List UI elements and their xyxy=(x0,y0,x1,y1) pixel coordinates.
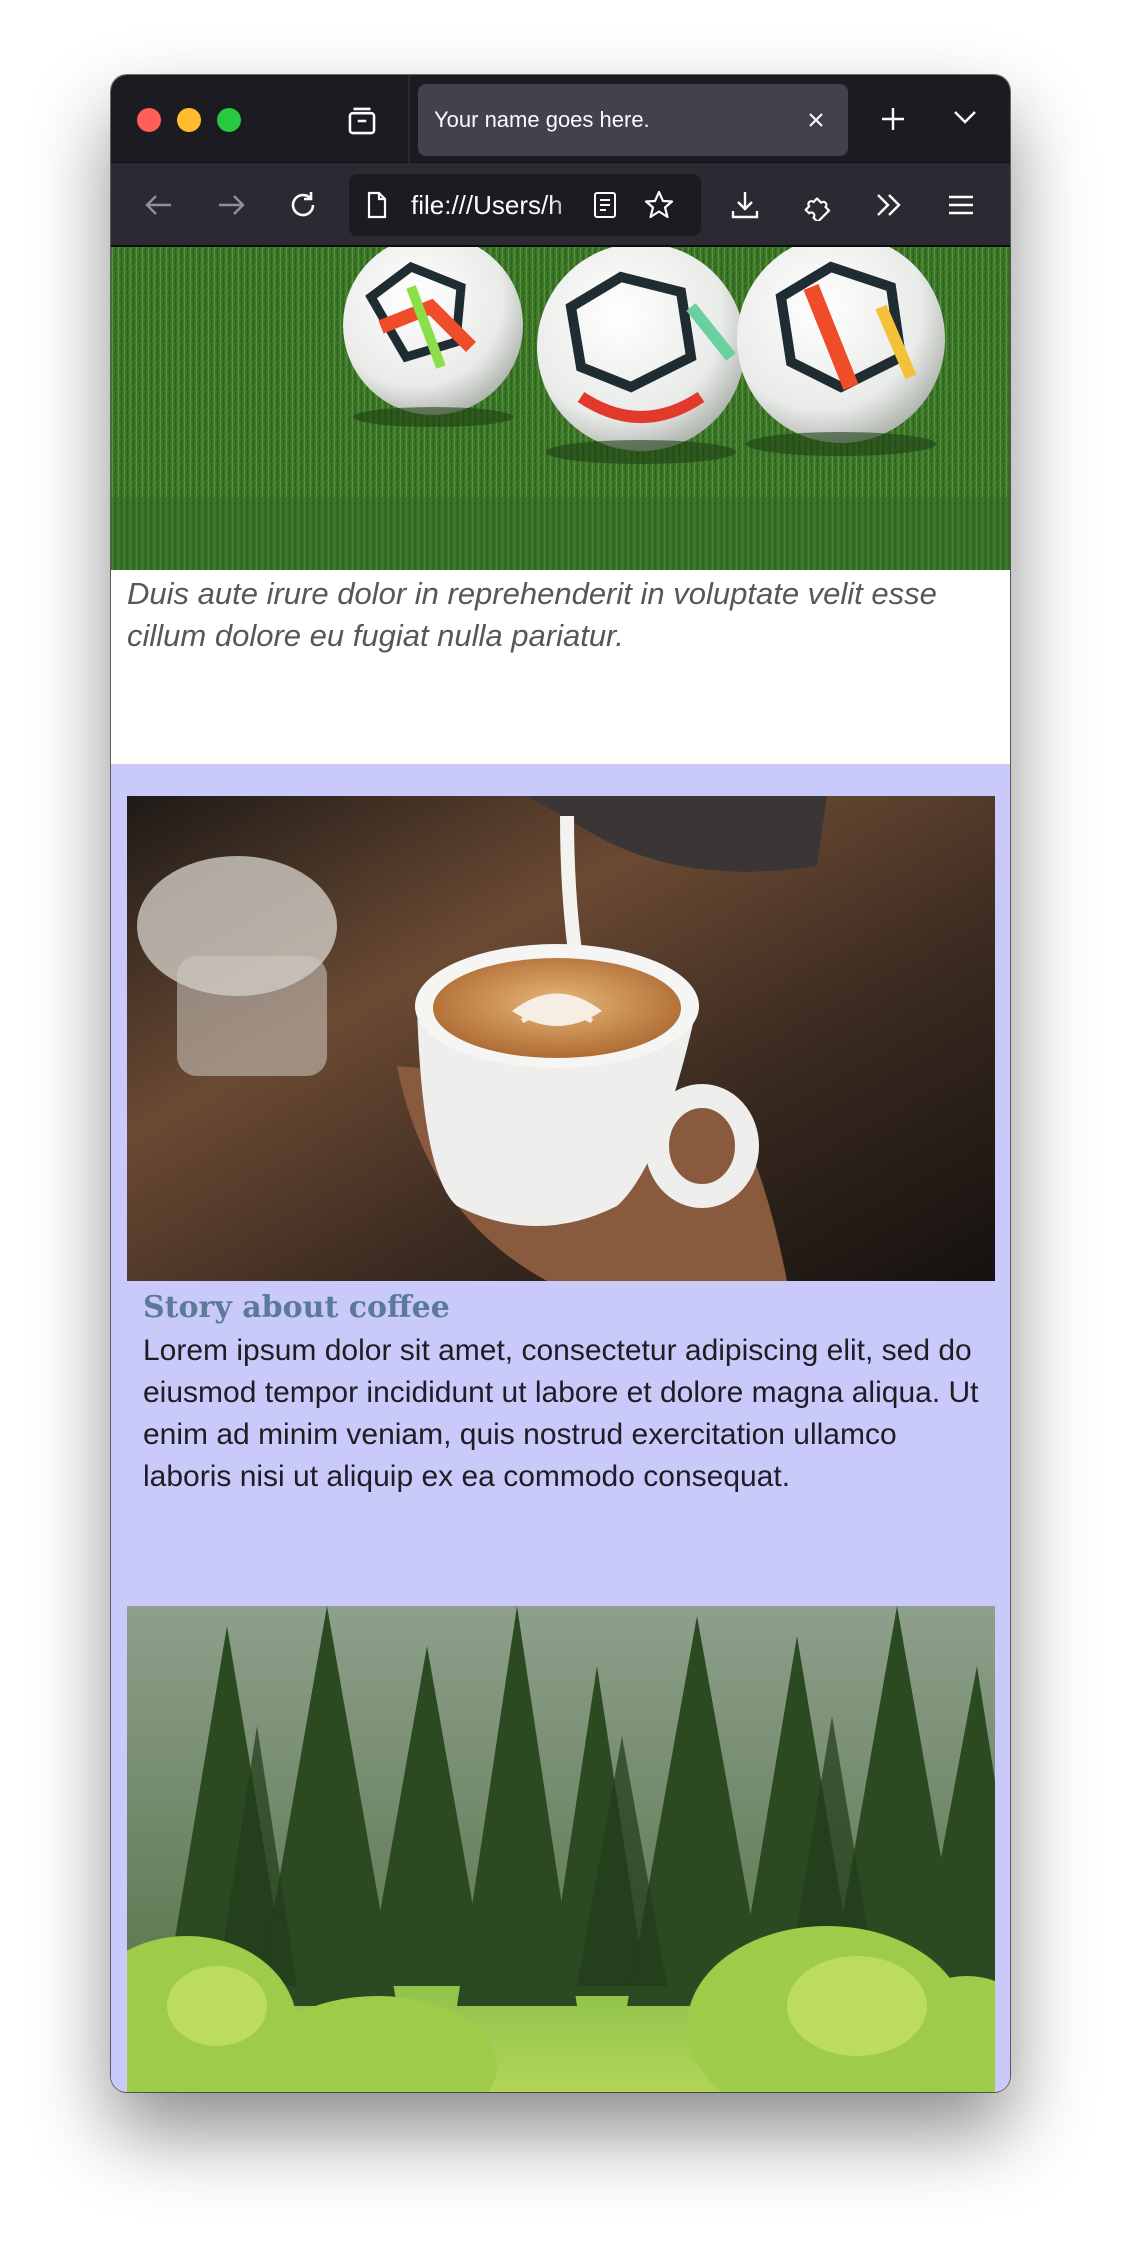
more-tools-button[interactable] xyxy=(867,183,911,227)
reader-view-button[interactable] xyxy=(589,189,621,221)
reader-view-icon xyxy=(594,192,616,218)
story-title: Story about coffee xyxy=(143,1290,450,1325)
arrow-right-icon xyxy=(219,195,245,215)
soccer-balls-illustration xyxy=(111,247,1010,570)
pine-forest-illustration xyxy=(127,1606,995,2092)
tab-active[interactable]: Your name goes here. xyxy=(418,84,848,156)
close-tab-button[interactable] xyxy=(802,106,830,134)
latte-art-illustration xyxy=(127,796,995,1281)
tab-strip: Your name goes here. xyxy=(111,75,1010,163)
close-window-button[interactable] xyxy=(137,108,161,132)
hamburger-menu-icon xyxy=(949,195,973,215)
screenshot-stage: Your name goes here. file:///Users/h Dui… xyxy=(0,0,1124,2246)
extensions-button[interactable] xyxy=(795,183,839,227)
close-icon xyxy=(809,113,823,127)
navigation-toolbar: file:///Users/h xyxy=(111,163,1010,247)
arrow-left-icon xyxy=(145,195,171,215)
tab-title: Your name goes here. xyxy=(434,107,650,132)
reload-button[interactable] xyxy=(281,183,325,227)
bookmark-button[interactable] xyxy=(643,189,675,221)
soccer-balls-image xyxy=(111,247,1010,570)
coffee-story-section: Story about coffee Lorem ipsum dolor sit… xyxy=(111,764,1010,2092)
page-content: Duis aute irure dolor in reprehenderit i… xyxy=(111,247,1010,2092)
star-icon xyxy=(644,190,674,219)
zoom-window-button[interactable] xyxy=(217,108,241,132)
reload-icon xyxy=(291,192,315,217)
tab-separator xyxy=(408,75,410,163)
chevron-down-icon xyxy=(954,111,976,124)
image-caption: Duis aute irure dolor in reprehenderit i… xyxy=(127,576,937,653)
forest-image xyxy=(127,1606,995,2092)
browser-window: Your name goes here. file:///Users/h Dui… xyxy=(111,75,1010,2092)
coffee-image xyxy=(127,796,995,1281)
page-icon xyxy=(363,191,391,219)
new-tab-button[interactable] xyxy=(871,97,915,141)
download-icon xyxy=(731,192,759,219)
address-bar[interactable]: file:///Users/h xyxy=(349,174,701,236)
plus-icon xyxy=(882,108,904,130)
tab-list-icon xyxy=(348,107,376,135)
list-all-tabs-button[interactable] xyxy=(943,95,987,139)
downloads-button[interactable] xyxy=(723,183,767,227)
minimize-window-button[interactable] xyxy=(177,108,201,132)
story-body: Lorem ipsum dolor sit amet, consectetur … xyxy=(143,1334,979,1493)
forward-button[interactable] xyxy=(209,183,253,227)
url-fade xyxy=(549,174,589,236)
app-menu-button[interactable] xyxy=(939,183,983,227)
tab-list-button[interactable] xyxy=(340,99,384,143)
double-chevron-right-icon xyxy=(877,194,901,216)
back-button[interactable] xyxy=(137,183,181,227)
puzzle-icon xyxy=(804,197,831,221)
